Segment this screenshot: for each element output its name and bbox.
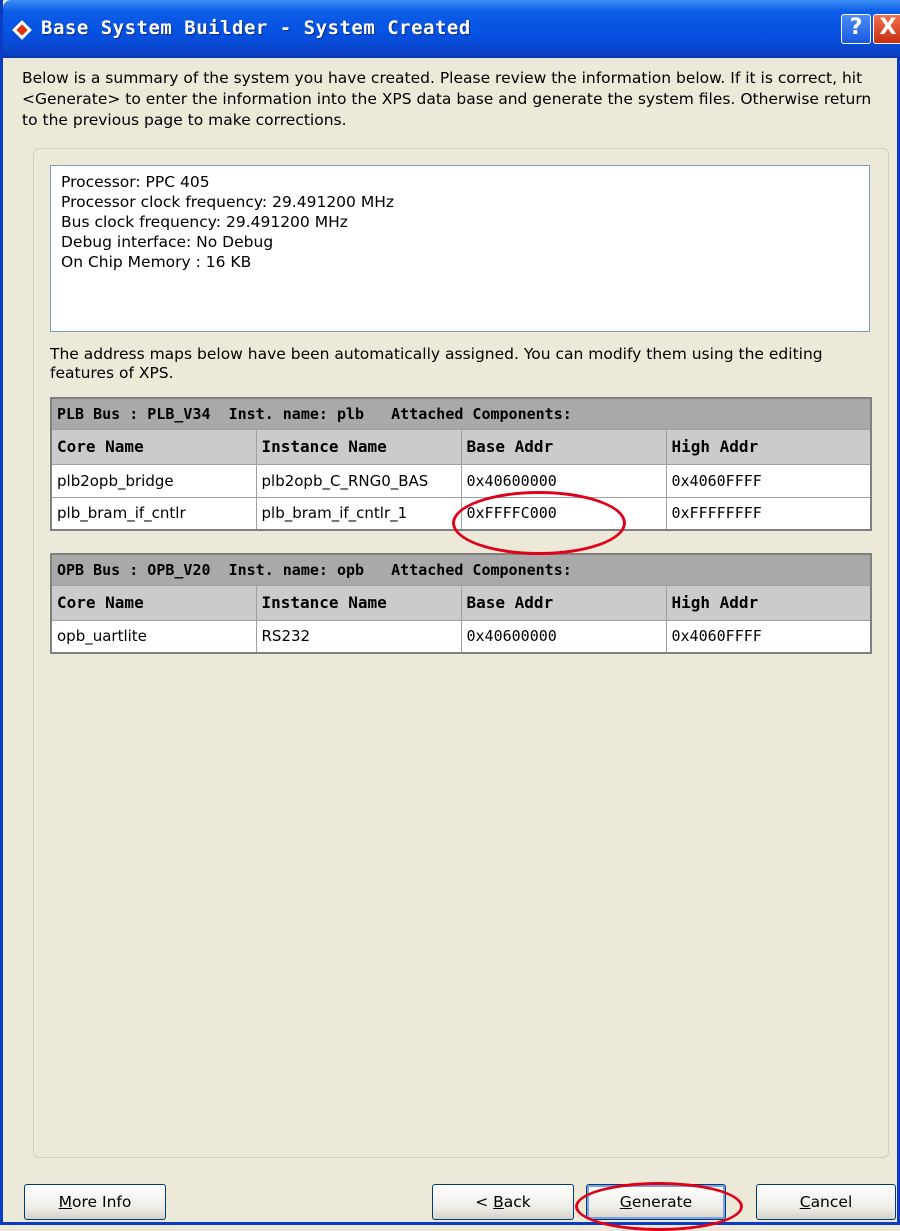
generate-label: enerate	[631, 1193, 693, 1211]
more-info-button[interactable]: More Info	[24, 1184, 166, 1220]
summary-line: Bus clock frequency: 29.491200 MHz	[61, 213, 348, 231]
col-core-name: Core Name	[50, 428, 257, 465]
plb-bus-table: PLB Bus : PLB_V34 Inst. name: plb Attach…	[50, 397, 873, 531]
core-name-cell[interactable]: plb_bram_if_cntlr	[50, 496, 257, 531]
cancel-label: ancel	[810, 1193, 853, 1211]
title-bar[interactable]: Base System Builder - System Created ? X	[3, 0, 900, 58]
generate-mnemonic: G	[619, 1193, 632, 1211]
summary-line: Processor: PPC 405	[61, 173, 210, 191]
summary-line: Debug interface: No Debug	[61, 233, 274, 251]
system-summary-box[interactable]: Processor: PPC 405 Processor clock frequ…	[50, 165, 870, 332]
instance-name-cell[interactable]: plb_bram_if_cntlr_1	[255, 496, 462, 531]
summary-line: On Chip Memory : 16 KB	[61, 253, 252, 271]
app-icon	[12, 20, 32, 40]
back-mnemonic: B	[493, 1193, 504, 1211]
opb-bus-table: OPB Bus : OPB_V20 Inst. name: opb Attach…	[50, 553, 873, 654]
core-name-cell[interactable]: opb_uartlite	[50, 619, 257, 654]
col-core-name: Core Name	[50, 584, 257, 621]
instance-name-cell[interactable]: plb2opb_C_RNG0_BAS	[255, 463, 462, 498]
table-row[interactable]: plb_bram_if_cntlr plb_bram_if_cntlr_1 0x…	[50, 496, 872, 531]
col-base-addr: Base Addr	[460, 584, 667, 621]
table-row[interactable]: opb_uartlite RS232 0x40600000 0x4060FFFF	[50, 619, 872, 654]
high-addr-cell[interactable]: 0x4060FFFF	[665, 463, 872, 498]
instance-name-cell[interactable]: RS232	[255, 619, 462, 654]
plb-bus-title: PLB Bus : PLB_V34 Inst. name: plb Attach…	[51, 398, 872, 429]
high-addr-cell[interactable]: 0xFFFFFFFF	[665, 496, 872, 531]
address-note: The address maps below have been automat…	[50, 345, 823, 382]
base-addr-cell[interactable]: 0xFFFFC000	[460, 496, 667, 531]
col-instance-name: Instance Name	[255, 428, 462, 465]
col-base-addr: Base Addr	[460, 428, 667, 465]
back-button[interactable]: < Back	[432, 1184, 574, 1220]
col-instance-name: Instance Name	[255, 584, 462, 621]
col-high-addr: High Addr	[665, 584, 872, 621]
summary-line: Processor clock frequency: 29.491200 MHz	[61, 193, 394, 211]
back-prefix: <	[475, 1193, 494, 1211]
col-high-addr: High Addr	[665, 428, 872, 465]
core-name-cell[interactable]: plb2opb_bridge	[50, 463, 257, 498]
base-addr-cell[interactable]: 0x40600000	[460, 619, 667, 654]
high-addr-cell[interactable]: 0x4060FFFF	[665, 619, 872, 654]
intro-text: Below is a summary of the system you hav…	[22, 69, 872, 129]
base-addr-cell[interactable]: 0x40600000	[460, 463, 667, 498]
cancel-button[interactable]: Cancel	[756, 1184, 896, 1220]
cancel-mnemonic: C	[799, 1193, 811, 1211]
generate-button[interactable]: Generate	[586, 1184, 726, 1220]
help-button[interactable]: ?	[841, 14, 871, 44]
table-row[interactable]: plb2opb_bridge plb2opb_C_RNG0_BAS 0x4060…	[50, 463, 872, 498]
back-label: ack	[503, 1193, 531, 1211]
more-info-mnemonic: M	[58, 1193, 73, 1211]
opb-bus-title: OPB Bus : OPB_V20 Inst. name: opb Attach…	[51, 554, 872, 585]
more-info-label: ore Info	[72, 1193, 132, 1211]
window-title: Base System Builder - System Created	[41, 17, 471, 39]
close-button[interactable]: X	[873, 14, 900, 44]
